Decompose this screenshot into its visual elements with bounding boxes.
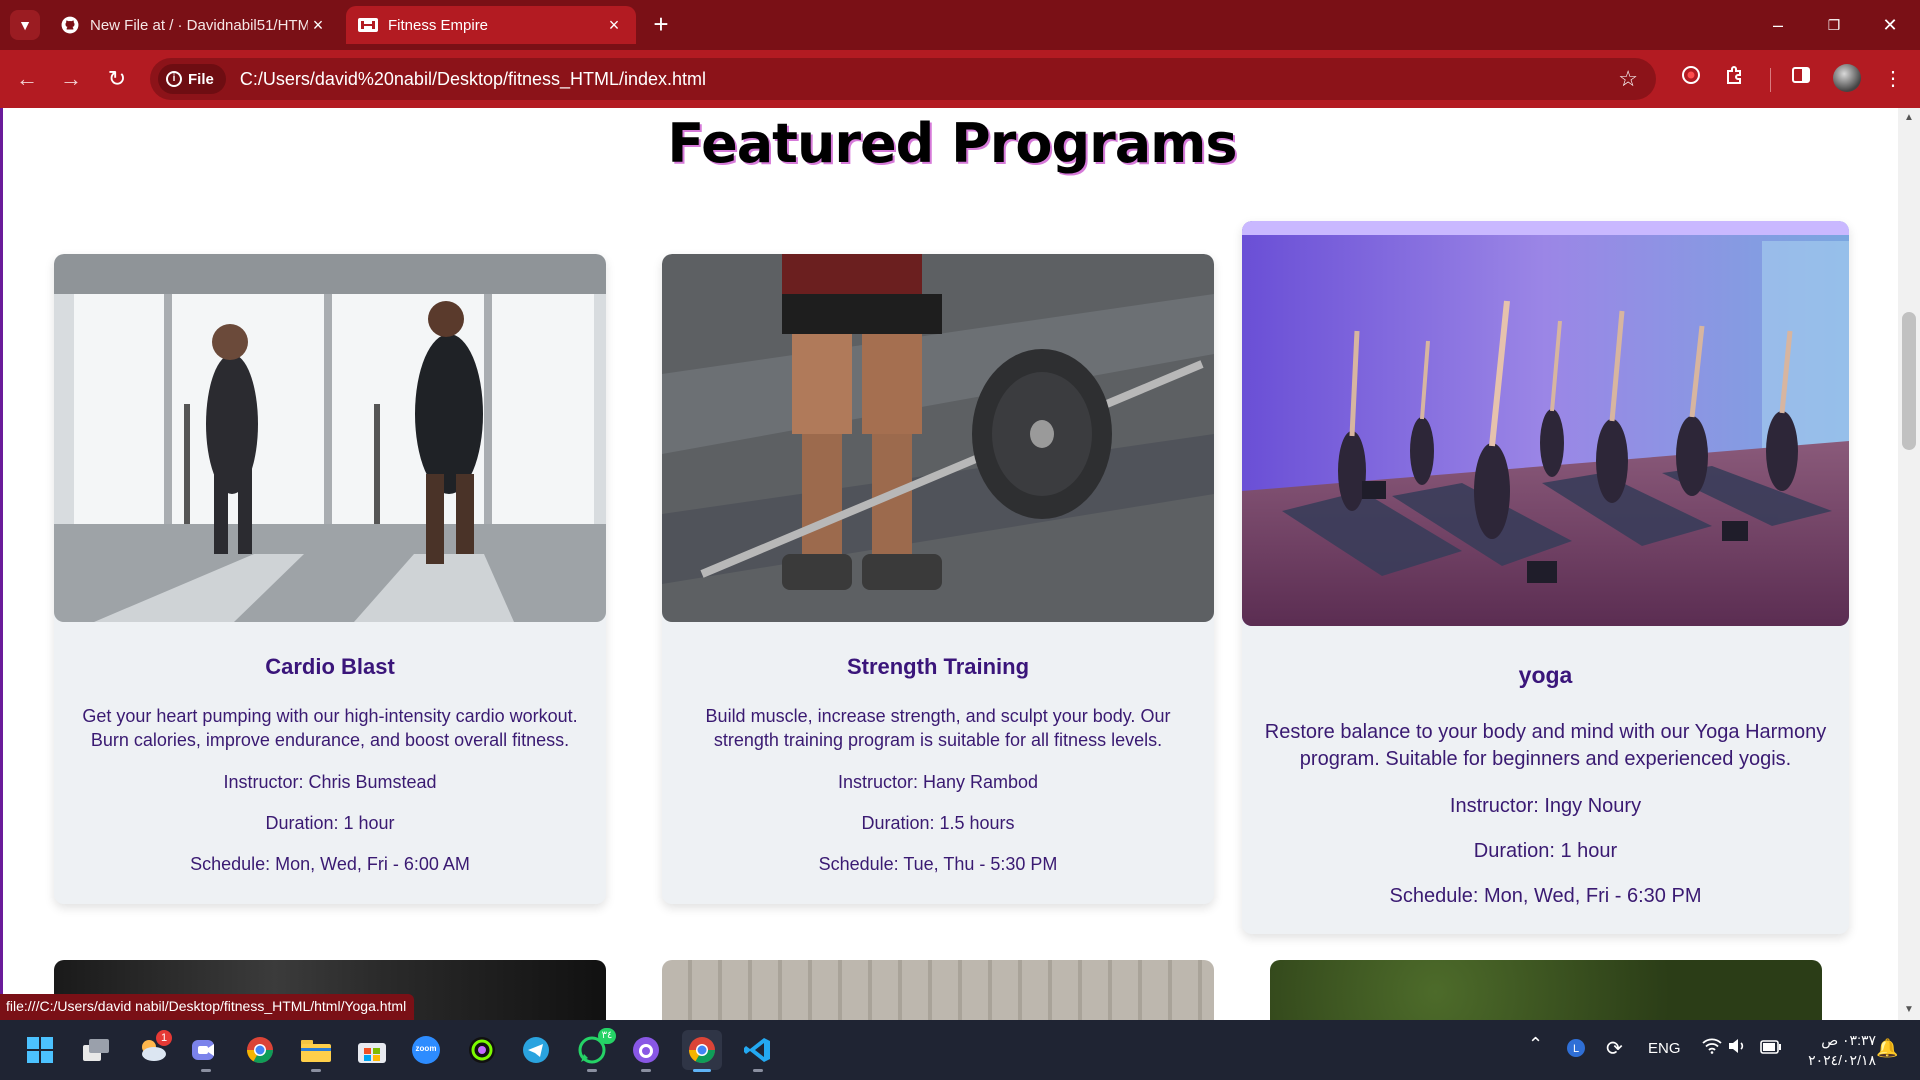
side-panel-icon[interactable] bbox=[1786, 64, 1816, 94]
dumbbell-icon bbox=[358, 15, 378, 35]
chrome-active-icon[interactable] bbox=[682, 1030, 722, 1072]
minimize-icon[interactable]: – bbox=[1758, 10, 1798, 40]
weather-icon[interactable]: 1 bbox=[132, 1030, 172, 1070]
profile-avatar[interactable] bbox=[1833, 64, 1861, 92]
link-status-bubble: file:///C:/Users/david nabil/Desktop/fit… bbox=[0, 994, 415, 1020]
taskbar-clock[interactable]: ٠٣:٣٧ ص ٢٠٢٤/٠٢/١٨ bbox=[1796, 1030, 1876, 1070]
clock-date: ٢٠٢٤/٠٢/١٨ bbox=[1808, 1052, 1876, 1068]
chrome-icon[interactable] bbox=[240, 1030, 280, 1070]
teams-icon[interactable] bbox=[186, 1030, 226, 1072]
browser-tab-bar: ▼ New File at / · Davidnabil51/HTML × Fi… bbox=[0, 0, 1920, 50]
scroll-down-arrow-icon[interactable]: ▼ bbox=[1900, 1004, 1918, 1018]
new-tab-plus-icon[interactable]: + bbox=[648, 11, 674, 38]
extensions-puzzle-icon[interactable] bbox=[1720, 64, 1750, 94]
zoom-icon[interactable]: zoom bbox=[406, 1030, 446, 1070]
running-indicator bbox=[641, 1069, 651, 1072]
tab-fitness-empire[interactable]: Fitness Empire × bbox=[346, 6, 636, 44]
battery-icon[interactable] bbox=[1760, 1040, 1782, 1058]
program-title: yoga bbox=[1518, 662, 1573, 688]
whatsapp-badge: ٣٤ bbox=[598, 1028, 616, 1044]
tab-github[interactable]: New File at / · Davidnabil51/HTML × bbox=[48, 6, 340, 44]
notification-bell-icon[interactable]: 🔔 bbox=[1876, 1038, 1898, 1059]
language-indicator[interactable]: ENG bbox=[1648, 1040, 1681, 1057]
page-viewport: Featured Programs Cardio Blast Get your … bbox=[0, 108, 1898, 1020]
program-instructor: Instructor: Ingy Noury bbox=[1449, 795, 1642, 817]
program-card-yoga[interactable]: yoga Restore balance to your body and mi… bbox=[1242, 221, 1849, 934]
program-duration: Duration: 1 hour bbox=[265, 813, 395, 833]
program-card-image-row2-3[interactable] bbox=[1270, 960, 1822, 1020]
program-description: Restore balance to your body and mind wi… bbox=[1264, 721, 1827, 770]
clock-time: ٠٣:٣٧ ص bbox=[1821, 1032, 1876, 1048]
program-description: Build muscle, increase strength, and scu… bbox=[705, 706, 1171, 750]
weather-badge: 1 bbox=[156, 1030, 172, 1046]
forward-arrow-icon[interactable]: → bbox=[56, 64, 86, 94]
strength-barbell-image bbox=[662, 254, 1214, 622]
program-card-image-row2-2[interactable] bbox=[662, 960, 1214, 1020]
running-indicator bbox=[753, 1069, 763, 1072]
whatsapp-icon[interactable]: ٣٤ bbox=[572, 1028, 616, 1072]
svg-text:L: L bbox=[1573, 1043, 1579, 1055]
program-schedule: Schedule: Tue, Thu - 5:30 PM bbox=[818, 854, 1058, 874]
record-extension-icon[interactable] bbox=[1676, 64, 1706, 94]
program-description: Get your heart pumping with our high-int… bbox=[82, 706, 578, 750]
app-icon[interactable] bbox=[462, 1030, 502, 1070]
program-duration: Duration: 1 hour bbox=[1473, 840, 1618, 862]
program-title: Cardio Blast bbox=[265, 654, 395, 679]
program-instructor: Instructor: Chris Bumstead bbox=[223, 772, 437, 792]
toolbar-divider bbox=[1770, 68, 1771, 92]
program-card-strength[interactable]: Strength Training Build muscle, increase… bbox=[662, 254, 1214, 904]
running-indicator bbox=[201, 1069, 211, 1072]
scroll-up-arrow-icon[interactable]: ▲ bbox=[1900, 112, 1918, 126]
browser-menu-icon[interactable]: ⋮ bbox=[1878, 64, 1908, 94]
store-icon[interactable] bbox=[352, 1030, 392, 1070]
site-info-chip[interactable]: i File bbox=[158, 64, 226, 94]
windows-taskbar bbox=[0, 1020, 1920, 1080]
page-scrollbar[interactable] bbox=[1898, 108, 1920, 1020]
program-schedule: Schedule: Mon, Wed, Fri - 6:30 PM bbox=[1389, 885, 1702, 907]
scrollbar-thumb[interactable] bbox=[1902, 312, 1916, 450]
program-schedule: Schedule: Mon, Wed, Fri - 6:00 AM bbox=[190, 854, 470, 874]
program-card-cardio[interactable]: Cardio Blast Get your heart pumping with… bbox=[54, 254, 606, 904]
back-arrow-icon[interactable]: ← bbox=[12, 64, 42, 94]
sync-icon[interactable]: ⟳ bbox=[1606, 1036, 1623, 1061]
task-view-icon[interactable] bbox=[76, 1030, 116, 1070]
bookmark-star-icon[interactable]: ☆ bbox=[1618, 66, 1638, 92]
cardio-treadmill-image bbox=[54, 254, 606, 622]
close-tab-icon[interactable]: × bbox=[604, 15, 624, 35]
close-tab-icon[interactable]: × bbox=[308, 15, 328, 35]
running-indicator bbox=[693, 1069, 711, 1072]
running-indicator bbox=[311, 1069, 321, 1072]
running-indicator bbox=[587, 1069, 597, 1072]
info-icon: i bbox=[166, 71, 182, 87]
browser-toolbar: ← → ↻ i File C:/Users/david%20nabil/Desk… bbox=[0, 50, 1920, 108]
address-bar[interactable]: i File C:/Users/david%20nabil/Desktop/fi… bbox=[150, 58, 1656, 100]
url-text[interactable]: C:/Users/david%20nabil/Desktop/fitness_H… bbox=[240, 69, 706, 90]
zoom-label: zoom bbox=[415, 1044, 437, 1053]
tab-title: Fitness Empire bbox=[388, 16, 489, 34]
program-instructor: Instructor: Hany Rambod bbox=[837, 772, 1039, 792]
reload-icon[interactable]: ↻ bbox=[102, 64, 132, 94]
show-hidden-icons-chevron-icon[interactable]: ⌃ bbox=[1528, 1034, 1543, 1055]
vscode-icon[interactable] bbox=[738, 1030, 778, 1072]
volume-icon[interactable] bbox=[1728, 1038, 1748, 1058]
yoga-class-image bbox=[1242, 221, 1849, 626]
wifi-icon[interactable] bbox=[1702, 1038, 1722, 1058]
windows-start-icon[interactable] bbox=[20, 1030, 60, 1070]
tab-search-chevron-icon[interactable]: ▼ bbox=[10, 10, 40, 40]
telegram-icon[interactable] bbox=[516, 1030, 556, 1070]
section-title: Featured Programs bbox=[667, 112, 1237, 175]
file-explorer-icon[interactable] bbox=[296, 1030, 336, 1072]
github-desktop-icon[interactable] bbox=[626, 1030, 666, 1072]
close-window-icon[interactable]: ✕ bbox=[1870, 10, 1910, 40]
program-title: Strength Training bbox=[846, 654, 1030, 679]
restore-icon[interactable]: ❐ bbox=[1814, 10, 1854, 40]
tray-app-l-icon[interactable]: L bbox=[1566, 1038, 1586, 1062]
tab-title: New File at / · Davidnabil51/HTML bbox=[90, 16, 308, 34]
site-info-label: File bbox=[188, 70, 214, 88]
program-duration: Duration: 1.5 hours bbox=[861, 813, 1015, 833]
github-icon bbox=[60, 15, 80, 35]
